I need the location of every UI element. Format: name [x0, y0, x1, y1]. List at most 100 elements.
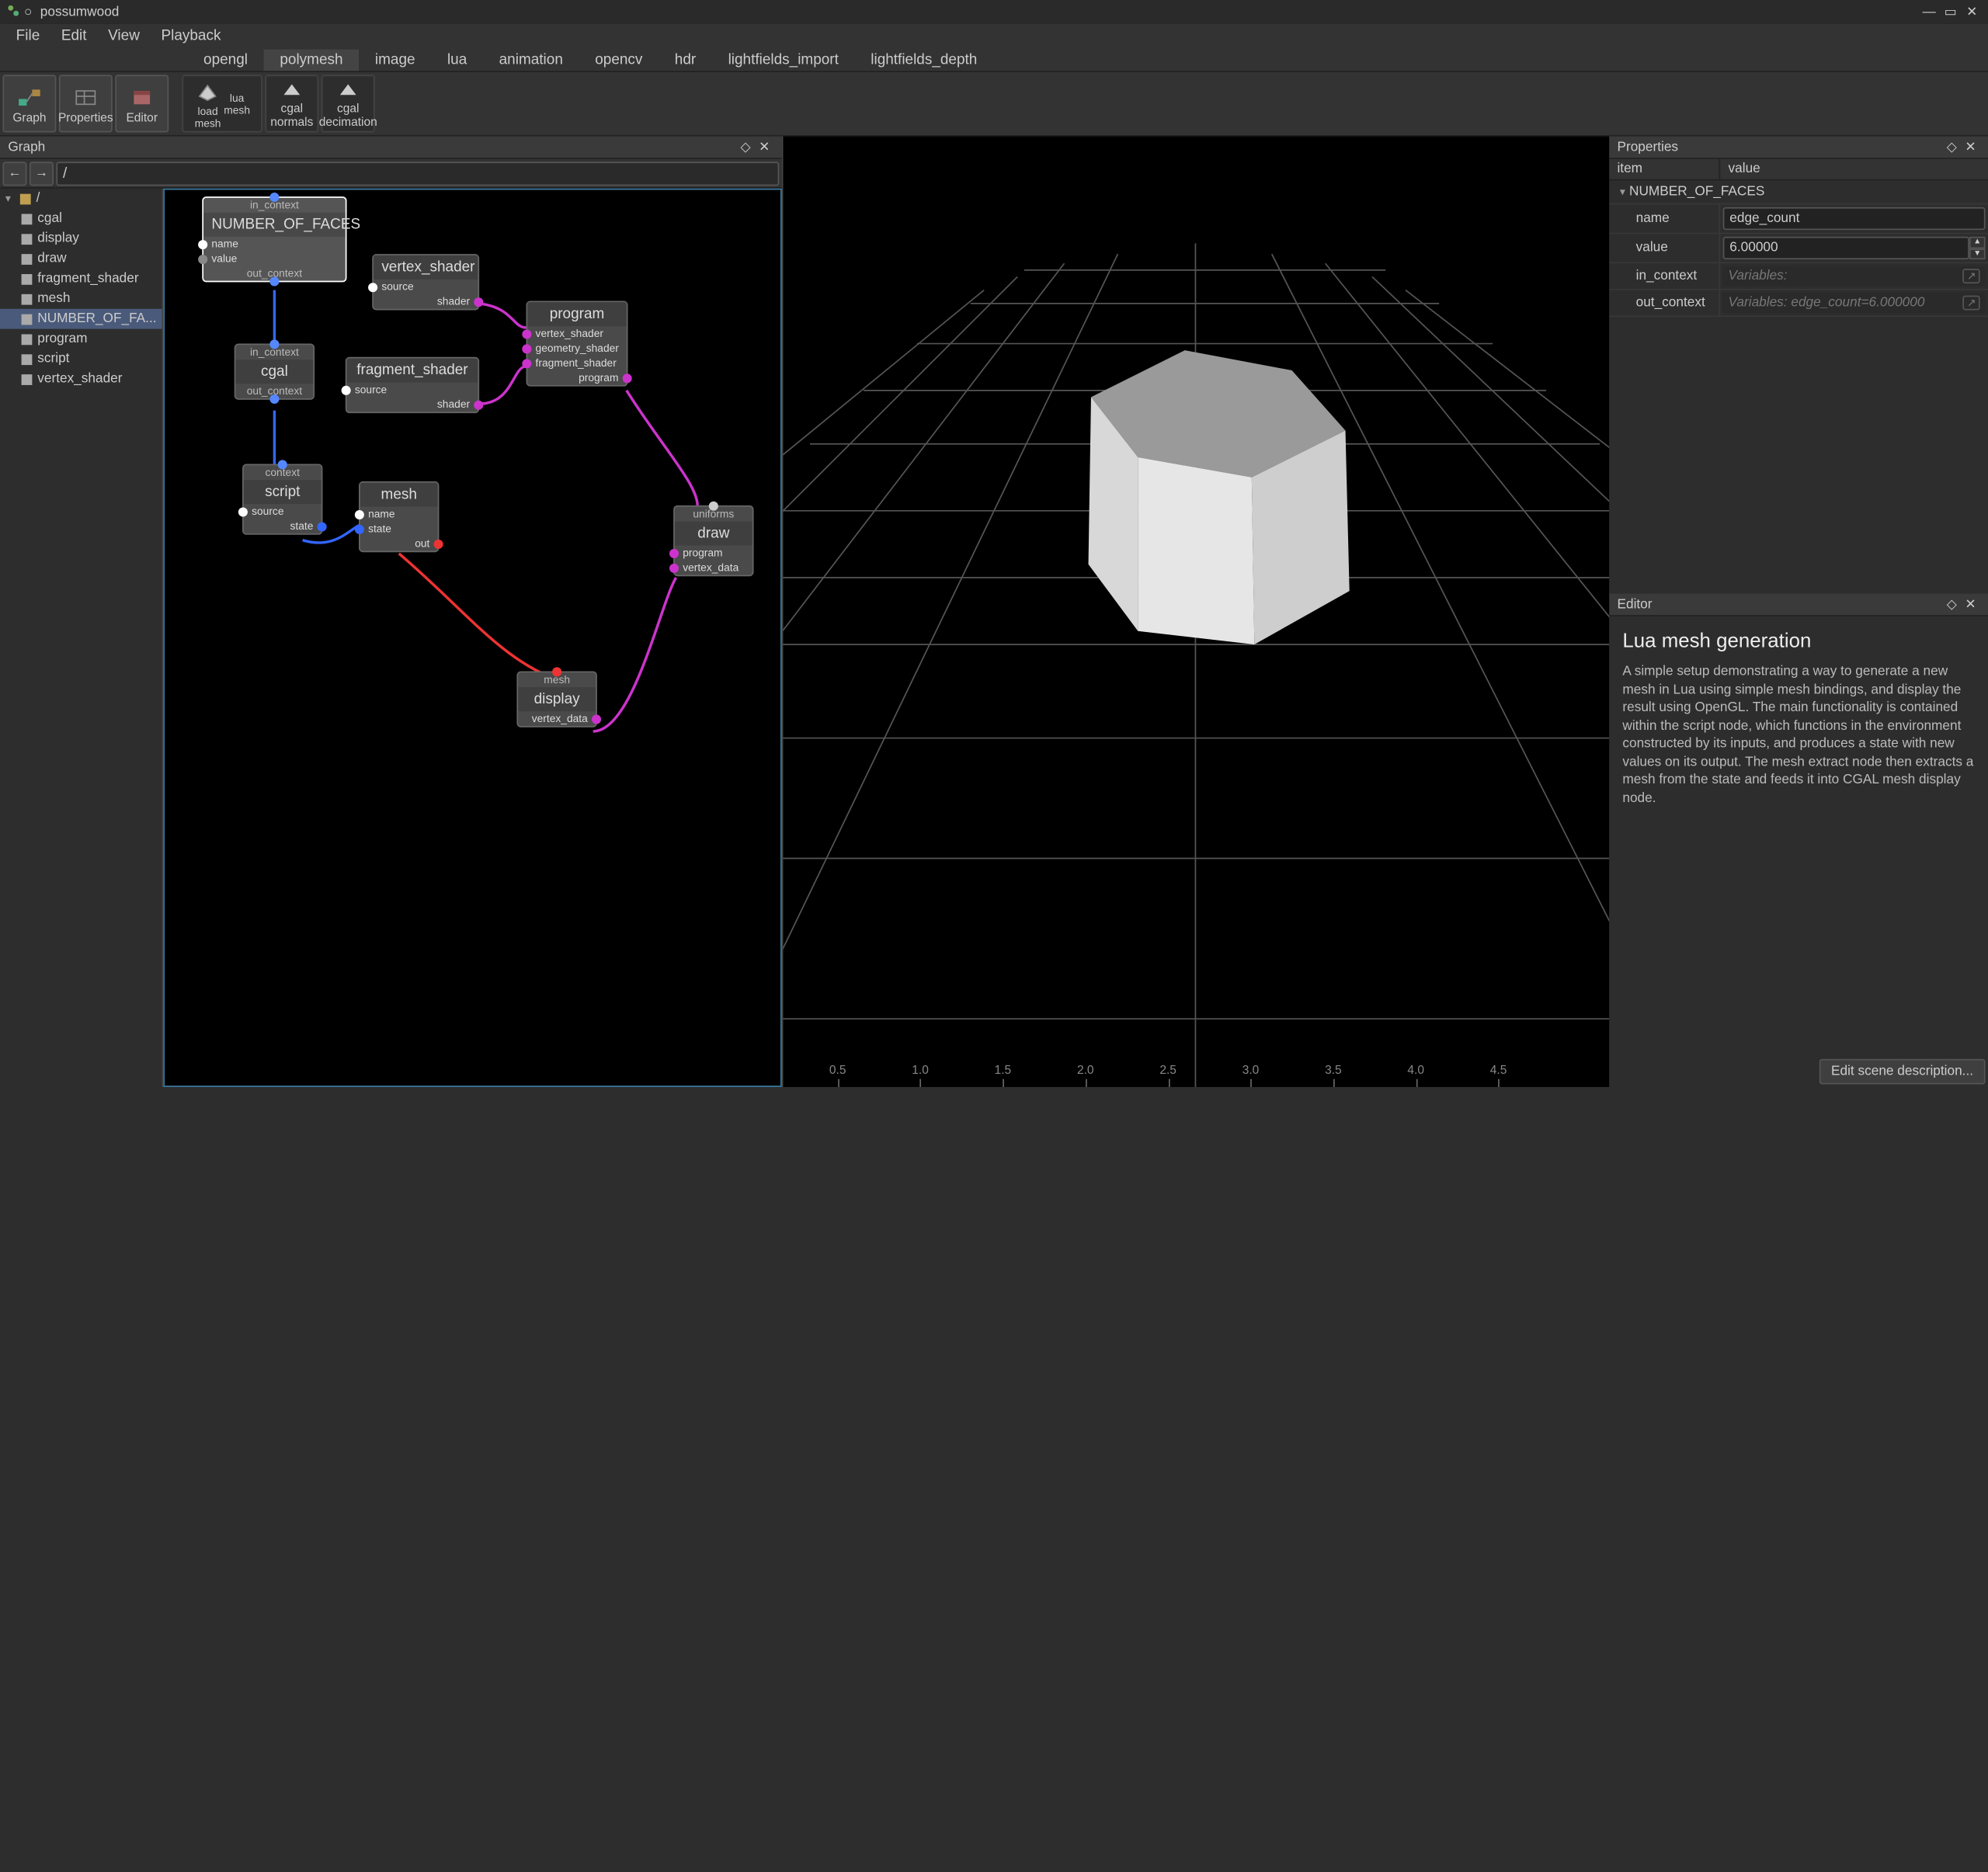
ribbon: Graph Properties Editor load mesh lua me… [0, 72, 1988, 137]
menu-view[interactable]: View [97, 28, 150, 44]
cgal-decimation-tool[interactable]: cgal decimation [321, 75, 375, 132]
titlebar: ○ possumwood — ▭ ✕ [0, 0, 1988, 24]
node-program[interactable]: program vertex_shader geometry_shader fr… [526, 300, 627, 386]
expand-icon[interactable]: ↗ [1963, 296, 1980, 311]
properties-columns: item value [1609, 159, 1988, 181]
editor-tool[interactable]: Editor [115, 75, 169, 132]
tree-item-cgal[interactable]: cgal [0, 209, 162, 229]
node-icon [22, 334, 33, 345]
close-panel-icon[interactable]: ✕ [755, 140, 773, 155]
tab-image[interactable]: image [359, 49, 431, 71]
node-tree: / cgal display draw fragment_shader mesh… [0, 189, 163, 1087]
tree-item-draw[interactable]: draw [0, 248, 162, 269]
graph-panel-title: Graph [8, 140, 45, 155]
tab-lightfields-import[interactable]: lightfields_import [712, 49, 855, 71]
tree-item-display[interactable]: display [0, 228, 162, 248]
node-icon [22, 353, 33, 364]
decimation-icon [335, 79, 361, 102]
tree-item-script[interactable]: script [0, 349, 162, 369]
node-icon [22, 373, 33, 384]
graph-tool[interactable]: Graph [2, 75, 56, 132]
editor-heading: Lua mesh generation [1622, 630, 1974, 652]
tree-item-fragment-shader[interactable]: fragment_shader [0, 269, 162, 289]
editor-body: Lua mesh generation A simple setup demon… [1609, 616, 1988, 1057]
node-cgal[interactable]: in_context cgal out_context [235, 344, 315, 400]
tree-root[interactable]: / [0, 189, 162, 209]
detach-icon[interactable]: ◇ [736, 140, 755, 155]
cgal-normals-tool[interactable]: cgal normals [265, 75, 318, 132]
graph-canvas[interactable]: in_context NUMBER_OF_FACES name value ou… [163, 189, 781, 1087]
node-icon [22, 314, 33, 325]
menu-edit[interactable]: Edit [50, 28, 97, 44]
close-button[interactable]: ✕ [1962, 5, 1983, 19]
prop-row-value: value ▲▼ [1609, 234, 1988, 263]
load-mesh-tool[interactable]: load mesh lua mesh [182, 75, 262, 132]
menu-file[interactable]: File [5, 28, 50, 44]
tab-polymesh[interactable]: polymesh [264, 49, 360, 71]
properties-title: Properties [1617, 140, 1678, 155]
editor-icon [128, 84, 155, 110]
spin-down-icon[interactable]: ▼ [1969, 248, 1986, 259]
menubar: File Edit View Playback [0, 24, 1988, 48]
nav-back-button[interactable]: ← [2, 161, 26, 186]
menu-playback[interactable]: Playback [151, 28, 232, 44]
editor-panel-header: Editor ◇ ✕ [1609, 594, 1988, 616]
prop-group[interactable]: NUMBER_OF_FACES [1609, 180, 1988, 204]
tree-item-mesh[interactable]: mesh [0, 289, 162, 309]
edit-description-button[interactable]: Edit scene description... [1819, 1059, 1985, 1085]
node-mesh[interactable]: mesh name state out [359, 481, 439, 552]
window-title: possumwood [40, 5, 120, 19]
timeline-ruler[interactable]: 0.5 1.0 1.5 2.0 2.5 3.0 3.5 4.0 4.5 [783, 1061, 1609, 1087]
expand-icon[interactable]: ↗ [1963, 269, 1980, 283]
properties-body: NUMBER_OF_FACES name value ▲▼ in_context… [1609, 180, 1988, 593]
graph-panel-header: Graph ◇ ✕ [0, 137, 782, 159]
detach-icon[interactable]: ◇ [1942, 597, 1961, 612]
prop-row-out-context: out_context Variables: edge_count=6.0000… [1609, 290, 1988, 317]
node-draw[interactable]: uniforms draw program vertex_data [673, 505, 753, 576]
node-number-of-faces[interactable]: in_context NUMBER_OF_FACES name value ou… [202, 196, 346, 282]
viewport-3d[interactable]: 0.5 1.0 1.5 2.0 2.5 3.0 3.5 4.0 4.5 [783, 137, 1609, 1087]
tab-opengl[interactable]: opengl [187, 49, 263, 71]
prop-row-in-context: in_context Variables:↗ [1609, 263, 1988, 290]
folder-icon [20, 193, 31, 204]
minimize-button[interactable]: — [1918, 5, 1940, 19]
tabbar: opengl polymesh image lua animation open… [0, 48, 1988, 72]
graph-icon [16, 84, 43, 110]
tab-opencv[interactable]: opencv [579, 49, 659, 71]
tab-animation[interactable]: animation [483, 49, 579, 71]
normals-icon [279, 79, 305, 102]
app-icon [5, 2, 22, 23]
tab-lightfields-depth[interactable]: lightfields_depth [855, 49, 993, 71]
node-icon [22, 253, 33, 264]
node-icon [22, 233, 33, 244]
maximize-button[interactable]: ▭ [1940, 5, 1962, 19]
editor-title: Editor [1617, 597, 1652, 612]
mesh-icon [194, 78, 221, 105]
close-panel-icon[interactable]: ✕ [1962, 597, 1980, 612]
editor-text: A simple setup demonstrating a way to ge… [1622, 663, 1974, 807]
node-display[interactable]: mesh display vertex_data [516, 671, 596, 727]
name-input[interactable] [1723, 207, 1986, 230]
properties-tool[interactable]: Properties [59, 75, 113, 132]
graph-path[interactable]: / [56, 161, 779, 186]
node-vertex-shader[interactable]: vertex_shader source shader [372, 254, 479, 310]
tree-item-number-of-faces[interactable]: NUMBER_OF_FA... [0, 309, 162, 329]
node-icon [22, 214, 33, 224]
tree-item-program[interactable]: program [0, 329, 162, 349]
tab-lua[interactable]: lua [431, 49, 483, 71]
node-icon [22, 273, 33, 284]
detach-icon[interactable]: ◇ [1942, 140, 1961, 155]
close-panel-icon[interactable]: ✕ [1962, 140, 1980, 155]
tab-hdr[interactable]: hdr [659, 49, 712, 71]
spin-up-icon[interactable]: ▲ [1969, 237, 1986, 248]
node-icon [22, 293, 33, 304]
prop-row-name: name [1609, 204, 1988, 234]
properties-icon [72, 84, 99, 110]
tree-item-vertex-shader[interactable]: vertex_shader [0, 369, 162, 389]
value-input[interactable] [1723, 237, 1969, 259]
nav-forward-button[interactable]: → [30, 161, 54, 186]
properties-panel-header: Properties ◇ ✕ [1609, 137, 1988, 159]
node-script[interactable]: context script source state [242, 464, 322, 535]
node-fragment-shader[interactable]: fragment_shader source shader [346, 357, 479, 413]
graph-toolbar: ← → / [0, 159, 782, 189]
